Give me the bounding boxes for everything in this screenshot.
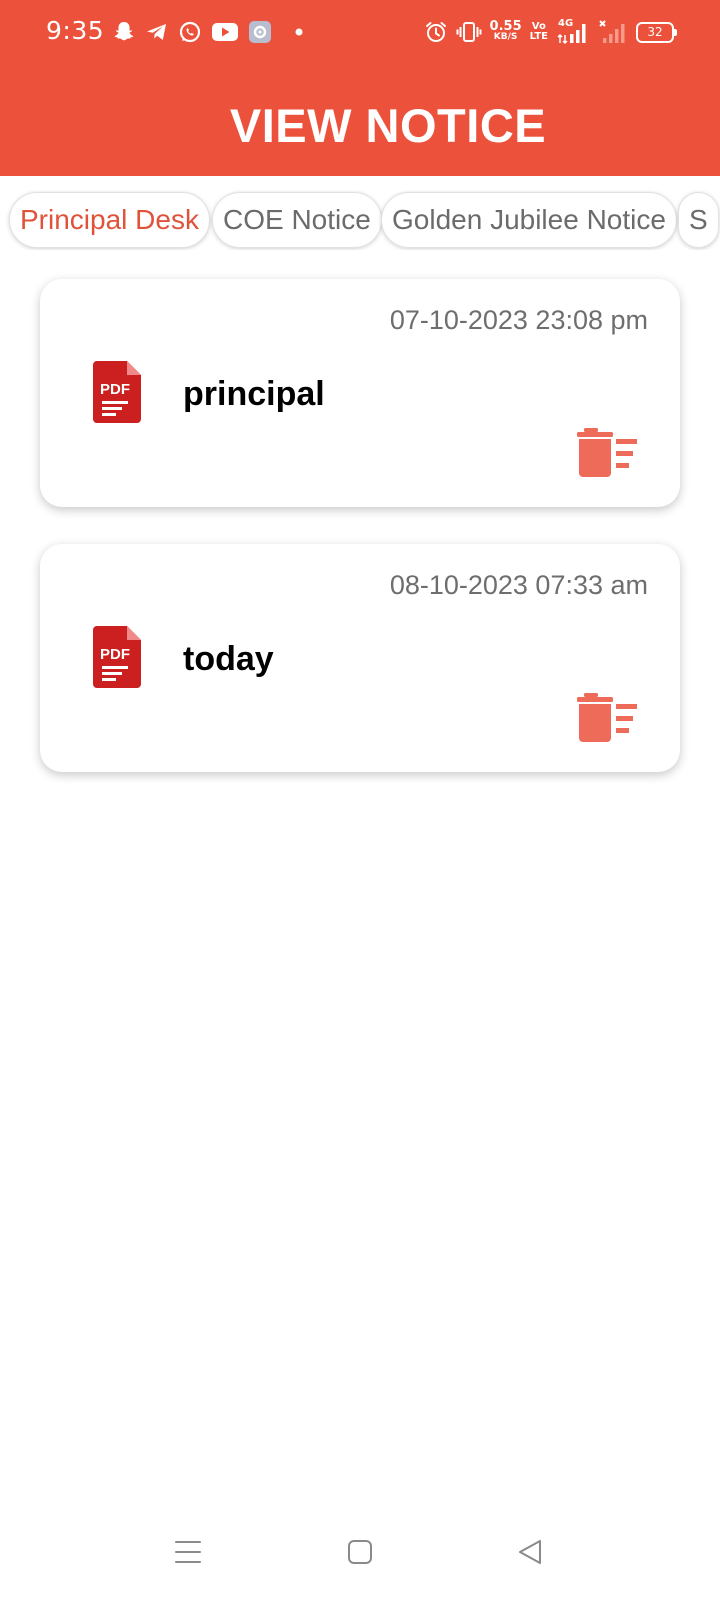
recent-apps-button[interactable] (166, 1530, 210, 1574)
home-square-icon (348, 1540, 372, 1564)
tab-coe-notice[interactable]: COE Notice (212, 192, 382, 248)
tab-principal-desk[interactable]: Principal Desk (9, 192, 210, 248)
signal-icon: 4G (556, 18, 590, 46)
back-button[interactable] (508, 1530, 552, 1574)
notice-card[interactable]: 08-10-2023 07:33 am PDF today (40, 544, 680, 772)
alarm-icon (425, 22, 446, 42)
network-speed-unit: KB/S (493, 32, 518, 42)
notification-icons (112, 18, 311, 46)
notice-title: principal (183, 375, 325, 413)
telegram-icon (147, 24, 166, 40)
app-header: 9:35 0.55 KB/S Vo LTE 4G 32 VIEW NOTICE (0, 0, 720, 176)
status-bar: 9:35 0.55 KB/S Vo LTE 4G 32 (0, 0, 720, 64)
notice-date: 08-10-2023 07:33 am (389, 570, 648, 600)
dot-icon (295, 28, 303, 36)
volte-bottom: LTE (529, 31, 548, 42)
whatsapp-icon (179, 21, 201, 43)
tab-golden-jubilee-notice[interactable]: Golden Jubilee Notice (381, 192, 677, 248)
notice-date: 07-10-2023 23:08 pm (389, 305, 648, 335)
no-signal-icon (599, 20, 625, 43)
category-tabs: Principal Desk COE Notice Golden Jubilee… (0, 190, 720, 250)
network-speed-value: 0.55 (489, 19, 522, 34)
notice-title: today (183, 640, 274, 678)
status-time: 9:35 (46, 16, 105, 45)
system-nav-bar (0, 1500, 720, 1600)
menu-icon (175, 1541, 201, 1563)
back-triangle-icon (519, 1540, 541, 1564)
page-title: VIEW NOTICE (229, 99, 547, 152)
pdf-file-icon: PDF (93, 626, 141, 688)
notice-card[interactable]: 07-10-2023 23:08 pm PDF principal (40, 279, 680, 507)
network-speed: 0.55 KB/S (489, 19, 522, 43)
settings-app-icon (249, 21, 271, 43)
system-status-icons: 0.55 KB/S Vo LTE 4G 32 (424, 16, 677, 48)
delete-icon[interactable] (576, 427, 638, 477)
vibrate-icon (456, 22, 482, 42)
home-button[interactable] (338, 1530, 382, 1574)
pdf-badge-text: PDF (100, 646, 130, 663)
delete-icon[interactable] (576, 692, 638, 742)
pdf-badge-text: PDF (100, 381, 130, 398)
tab-more[interactable]: S (678, 192, 719, 248)
battery-icon: 32 (636, 21, 677, 43)
youtube-icon (212, 23, 238, 41)
snapchat-icon (114, 22, 134, 41)
battery-level: 32 (647, 25, 663, 39)
volte-indicator: Vo LTE (530, 22, 548, 42)
pdf-file-icon: PDF (93, 361, 141, 423)
